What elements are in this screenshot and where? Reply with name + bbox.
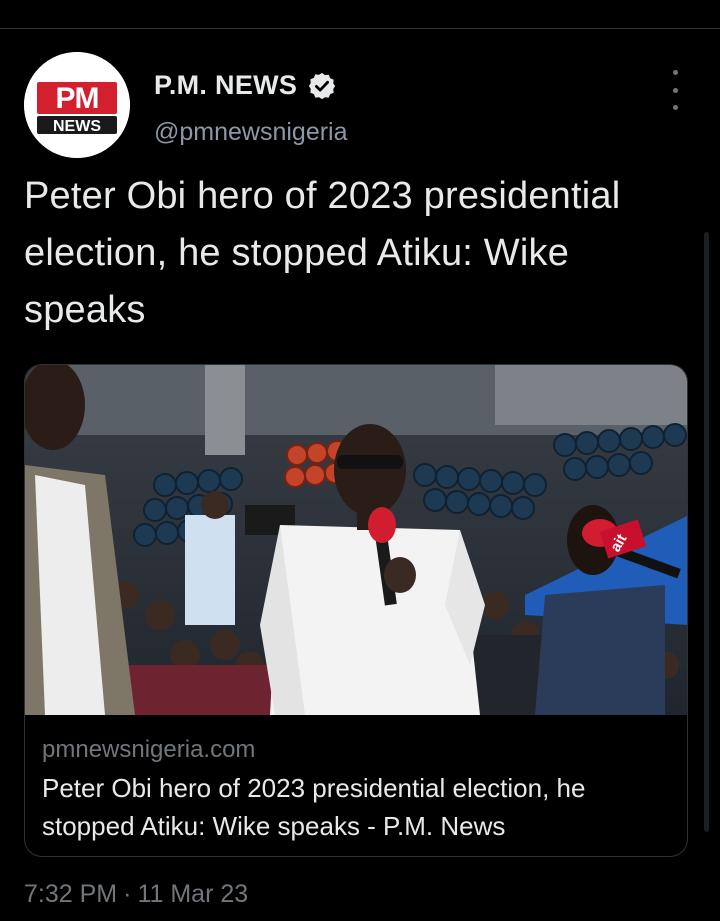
verified-badge-icon <box>307 71 337 101</box>
tweet-date: 11 Mar 23 <box>137 880 249 908</box>
card-body[interactable]: pmnewsnigeria.com Peter Obi hero of 2023… <box>25 715 687 856</box>
card-domain: pmnewsnigeria.com <box>42 736 256 763</box>
link-preview-card[interactable]: ait pmnewsnigeria.com Peter Obi hero of … <box>24 364 688 857</box>
author-name-row: P.M. NEWS <box>154 70 337 101</box>
card-image[interactable]: ait <box>25 365 687 715</box>
tweet-header: PM NEWS P.M. NEWS @pmnewsnigeria <box>24 52 696 160</box>
avatar[interactable]: PM NEWS <box>24 52 130 158</box>
pm-news-logo: PM NEWS <box>24 52 130 158</box>
tweet-timestamp[interactable]: 7:32 PM · 11 Mar 23 <box>24 880 248 909</box>
top-divider <box>0 28 720 29</box>
svg-text:NEWS: NEWS <box>53 118 101 135</box>
scrollbar[interactable] <box>704 232 709 832</box>
author-handle[interactable]: @pmnewsnigeria <box>154 118 348 147</box>
svg-text:PM: PM <box>56 82 99 115</box>
tweet-text: Peter Obi hero of 2023 presidential elec… <box>24 175 621 331</box>
timestamp-separator: · <box>123 880 132 908</box>
more-vertical-icon[interactable] <box>666 70 684 110</box>
author-name[interactable]: P.M. NEWS <box>154 70 297 101</box>
card-title: Peter Obi hero of 2023 presidential elec… <box>42 773 586 841</box>
tweet-time: 7:32 PM <box>24 880 118 908</box>
